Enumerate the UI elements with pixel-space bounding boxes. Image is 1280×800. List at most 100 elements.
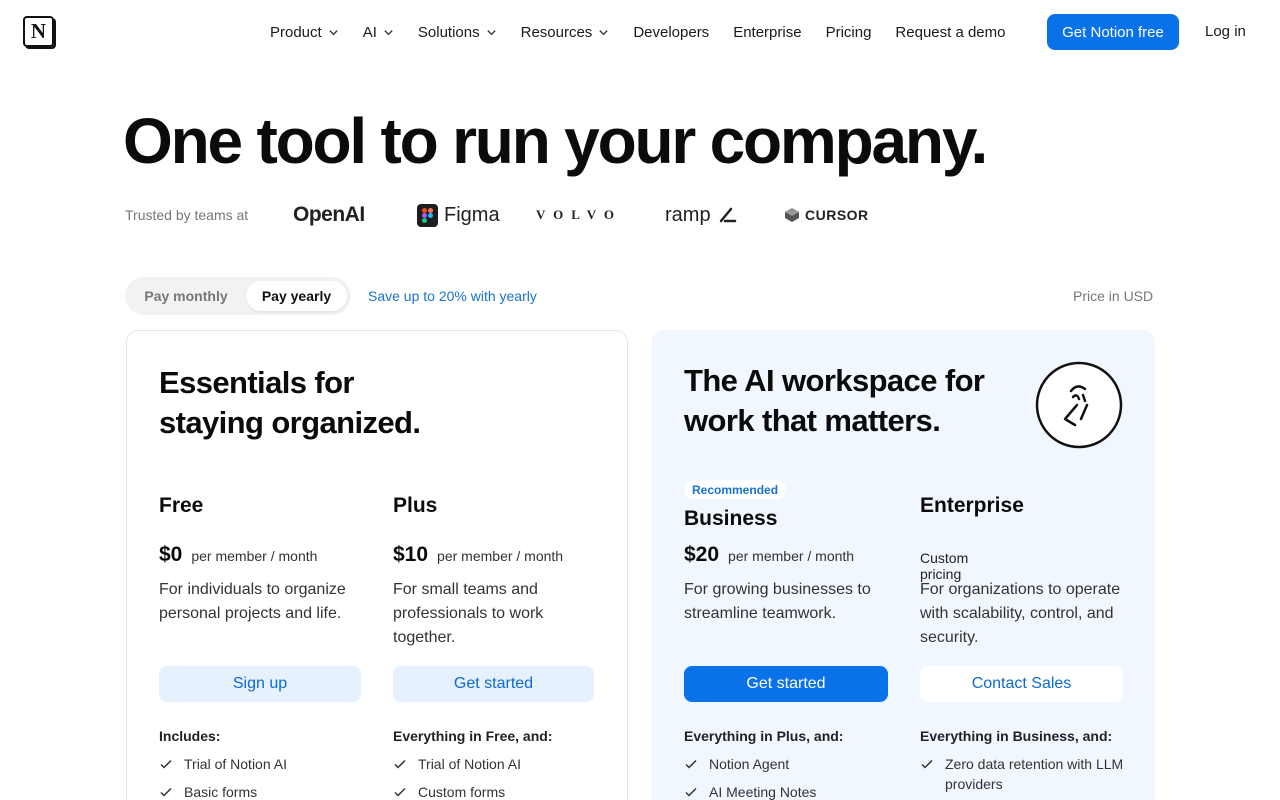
- feature-list: Zero data retention with LLM providers: [920, 754, 1125, 800]
- essentials-heading-line1: Essentials for: [159, 365, 355, 400]
- feature-text: Basic forms: [184, 784, 258, 800]
- plan-description: For organizations to operate with scalab…: [920, 581, 1121, 646]
- sign-up-button[interactable]: Sign up: [159, 666, 361, 702]
- feature-text: Trial of Notion AI: [418, 756, 521, 772]
- volvo-logo-text: VOLVO: [536, 207, 622, 222]
- chevron-down-icon: [599, 29, 608, 35]
- feature-item: Basic forms: [159, 782, 364, 800]
- recommended-badge: Recommended: [684, 480, 787, 499]
- notion-face-illustration: [1035, 361, 1123, 449]
- nav-item-label: Product: [270, 23, 322, 41]
- login-link[interactable]: Log in: [1205, 23, 1246, 40]
- plan-description: For growing businesses to streamline tea…: [684, 581, 871, 622]
- nav-item-solutions[interactable]: Solutions: [418, 22, 497, 42]
- nav-item-product[interactable]: Product: [270, 22, 339, 42]
- feature-item: Trial of Notion AI: [393, 754, 598, 774]
- feature-item: Notion Agent: [684, 754, 889, 774]
- figma-icon: [417, 203, 438, 227]
- price-unit: per member / month: [437, 548, 564, 564]
- chevron-down-icon: [384, 29, 393, 35]
- cursor-icon: [785, 208, 799, 222]
- price-unit: per member / month: [191, 548, 318, 564]
- feature-text: Custom forms: [418, 784, 506, 800]
- feature-item: Custom forms: [393, 782, 598, 800]
- contact-sales-button[interactable]: Contact Sales: [920, 666, 1123, 702]
- nav-item-label: Enterprise: [733, 23, 802, 41]
- ai-heading-line1: The AI workspace for: [684, 363, 985, 398]
- plus-get-started-button[interactable]: Get started: [393, 666, 594, 702]
- price-row: $20 per member / month: [684, 543, 854, 567]
- billing-toggle: Pay monthly Pay yearly: [125, 277, 351, 315]
- essentials-heading-line2: staying organized.: [159, 405, 421, 440]
- check-icon: [394, 759, 406, 769]
- feature-list: Notion Agent AI Meeting Notes: [684, 754, 889, 800]
- feature-item: Zero data retention with LLM providers: [920, 754, 1125, 794]
- nav-item-label: Solutions: [417, 23, 480, 41]
- check-icon: [394, 787, 406, 797]
- nav-item-developers[interactable]: Developers: [633, 22, 709, 42]
- get-notion-free-button[interactable]: Get Notion free: [1047, 14, 1179, 50]
- business-get-started-button[interactable]: Get started: [684, 666, 888, 702]
- nav-item-label: AI: [362, 23, 377, 41]
- nav-item-request-demo[interactable]: Request a demo: [895, 22, 1005, 42]
- feature-text: AI Meeting Notes: [709, 784, 817, 800]
- check-icon: [921, 759, 933, 769]
- nav-item-pricing[interactable]: Pricing: [826, 22, 872, 42]
- plan-description: For small teams and professionals to wor…: [393, 581, 544, 646]
- price-row: $0 per member / month: [159, 543, 317, 567]
- pay-monthly-option[interactable]: Pay monthly: [131, 281, 241, 311]
- openai-logo-text: OpenAI: [293, 203, 365, 226]
- nav-menu: Product AI Solutions Resources Developer…: [270, 22, 1030, 42]
- nav-item-enterprise[interactable]: Enterprise: [733, 22, 801, 42]
- ramp-logo-text: ramp: [665, 203, 711, 226]
- nav-item-label: Developers: [633, 23, 710, 41]
- plan-price: $10: [393, 543, 429, 566]
- currency-note: Price in USD: [1073, 288, 1154, 304]
- feature-text: Notion Agent: [709, 756, 790, 772]
- page-title: One tool to run your company.: [123, 105, 988, 177]
- feature-item: AI Meeting Notes: [684, 782, 889, 800]
- plan-name: Plus: [393, 494, 438, 517]
- plan-description: For individuals to organize personal pro…: [159, 581, 346, 622]
- feature-text: Zero data retention with LLM providers: [945, 756, 1124, 792]
- figma-logo-text: Figma: [444, 203, 500, 226]
- includes-title: Includes:: [159, 728, 221, 744]
- ramp-icon: [719, 207, 736, 223]
- check-icon: [685, 787, 697, 797]
- plan-name: Enterprise: [920, 494, 1024, 517]
- ai-workspace-heading: The AI workspace for work that matters.: [684, 361, 985, 441]
- feature-list: Trial of Notion AI Custom forms: [393, 754, 598, 800]
- plan-name: Free: [159, 494, 204, 517]
- feature-item: Trial of Notion AI: [159, 754, 364, 774]
- includes-title: Everything in Free, and:: [393, 728, 553, 744]
- ramp-logo: ramp: [665, 200, 737, 230]
- nav-item-label: Resources: [520, 23, 593, 41]
- cursor-logo: CURSOR: [784, 200, 869, 230]
- price-row: $10 per member / month: [393, 543, 563, 567]
- volvo-logo: VOLVO: [536, 200, 622, 230]
- feature-list: Trial of Notion AI Basic forms: [159, 754, 364, 800]
- plan-price: $20: [684, 543, 720, 566]
- ai-heading-line2: work that matters.: [684, 403, 941, 438]
- check-icon: [685, 759, 697, 769]
- trusted-label: Trusted by teams at: [125, 207, 249, 223]
- nav-item-resources[interactable]: Resources: [521, 22, 610, 42]
- cursor-logo-text: CURSOR: [805, 207, 869, 223]
- includes-title: Everything in Plus, and:: [684, 728, 844, 744]
- figma-logo: Figma: [417, 200, 500, 230]
- openai-logo: OpenAI: [293, 200, 365, 230]
- notion-logo[interactable]: N: [23, 16, 54, 47]
- check-icon: [160, 759, 172, 769]
- plan-price: $0: [159, 543, 183, 566]
- price-unit: per member / month: [728, 548, 855, 564]
- nav-item-label: Request a demo: [895, 23, 1006, 41]
- essentials-heading: Essentials for staying organized.: [159, 363, 421, 443]
- chevron-down-icon: [486, 29, 496, 35]
- plan-name: Business: [684, 507, 778, 530]
- nav-item-ai[interactable]: AI: [363, 22, 394, 42]
- pay-yearly-option[interactable]: Pay yearly: [246, 281, 347, 311]
- chevron-down-icon: [329, 29, 338, 35]
- save-note: Save up to 20% with yearly: [368, 288, 537, 304]
- check-icon: [160, 787, 172, 797]
- top-nav: N Product AI Solutions Resources Develop…: [0, 0, 1280, 64]
